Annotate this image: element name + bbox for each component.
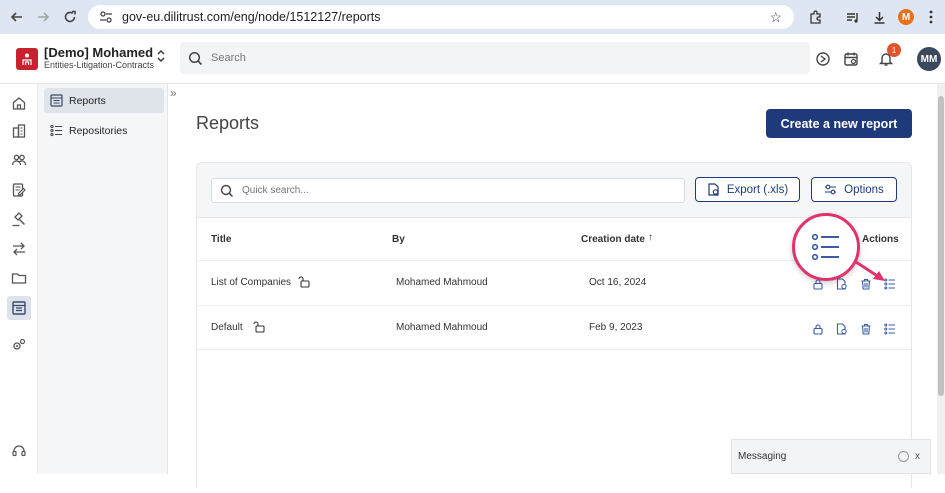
report-author: Mohamed Mahmoud — [396, 277, 488, 288]
notification-count-badge: 1 — [887, 43, 901, 57]
delete-trash-icon[interactable] — [859, 277, 873, 291]
profile-initial: M — [898, 9, 914, 25]
export-file-icon — [708, 183, 719, 196]
column-creation-date[interactable]: Creation date — [581, 234, 645, 245]
extensions-icon[interactable] — [803, 5, 827, 29]
bookmark-star-icon[interactable]: ☆ — [769, 9, 782, 26]
column-title[interactable]: Title — [211, 234, 231, 245]
calendar-icon[interactable] — [841, 49, 861, 69]
details-list-icon[interactable] — [883, 322, 897, 336]
messaging-label: Messaging — [738, 451, 787, 462]
messaging-close-button[interactable]: x — [915, 451, 920, 462]
transfers-arrows-icon[interactable] — [9, 239, 29, 259]
report-title[interactable]: List of Companies — [211, 277, 291, 288]
reload-icon[interactable] — [57, 4, 83, 30]
scroll-thumb[interactable] — [938, 96, 944, 396]
download-icon[interactable] — [867, 5, 891, 29]
reports-small-icon — [50, 94, 63, 107]
litigation-gavel-icon[interactable] — [9, 209, 29, 229]
browser-toolbar: gov-eu.dilitrust.com/eng/node/1512127/re… — [0, 0, 945, 34]
export-label: Export (.xls) — [726, 183, 789, 196]
details-list-icon[interactable] — [883, 277, 897, 291]
table-row[interactable]: Default Mohamed Mahmoud Feb 9, 2023 — [197, 305, 911, 350]
status-circle-icon[interactable] — [898, 451, 909, 462]
messaging-controls: x — [898, 451, 920, 462]
reports-icon[interactable] — [7, 296, 31, 320]
delete-trash-icon[interactable] — [859, 322, 873, 336]
entities-building-icon[interactable] — [9, 121, 29, 141]
search-icon — [220, 184, 234, 197]
quick-search-input[interactable] — [242, 185, 662, 196]
report-author: Mohamed Mahmoud — [396, 322, 488, 333]
module-rail — [0, 84, 38, 474]
page-title: Reports — [196, 113, 260, 133]
unlock-icon — [298, 275, 311, 291]
people-icon[interactable] — [9, 150, 29, 170]
subnav-item-label: Reports — [69, 94, 106, 107]
subnav-item-label: Repositories — [69, 124, 128, 137]
column-by[interactable]: By — [392, 234, 405, 245]
messaging-widget[interactable]: Messaging x — [731, 439, 931, 474]
column-actions: Actions — [862, 234, 899, 245]
notifications-bell-icon[interactable]: 1 — [876, 43, 901, 69]
quick-search[interactable] — [211, 178, 685, 203]
support-headset-icon[interactable] — [9, 441, 29, 461]
options-button[interactable]: Options — [811, 177, 897, 202]
workspace-name[interactable]: [Demo] Mohamed — [44, 45, 153, 60]
back-icon[interactable] — [4, 4, 30, 30]
settings-gears-icon[interactable] — [9, 335, 29, 355]
search-icon — [188, 51, 203, 65]
unlock-icon — [253, 320, 266, 336]
assistant-icon[interactable] — [813, 49, 833, 69]
create-report-button[interactable]: Create a new report — [766, 109, 912, 138]
browser-menu-icon[interactable] — [919, 5, 943, 29]
forward-icon[interactable] — [30, 4, 56, 30]
options-sliders-icon — [825, 184, 837, 195]
app-header: [Demo] Mohamed Entities-Litigation-Contr… — [0, 34, 945, 84]
list-icon — [50, 124, 62, 137]
profile-button[interactable]: M — [894, 5, 918, 29]
user-avatar[interactable]: MM — [917, 47, 941, 71]
brand-logo-icon[interactable] — [16, 48, 38, 70]
subnav-item-repositories[interactable]: Repositories — [44, 118, 164, 143]
highlight-magnifier — [792, 213, 860, 281]
workspace-subtitle: Entities-Litigation-Contracts — [44, 60, 155, 70]
contracts-edit-icon[interactable] — [9, 180, 29, 200]
site-settings-icon[interactable] — [98, 9, 114, 25]
home-icon[interactable] — [9, 93, 29, 113]
export-xls-button[interactable]: Export (.xls) — [695, 177, 800, 202]
sort-ascending-icon[interactable]: ↑ — [648, 232, 653, 243]
lock-action-icon[interactable] — [811, 322, 825, 336]
folder-icon[interactable] — [9, 268, 29, 288]
address-bar[interactable]: gov-eu.dilitrust.com/eng/node/1512127/re… — [88, 5, 794, 29]
report-date: Oct 16, 2024 — [589, 277, 647, 288]
reports-subnav: Reports Repositories — [38, 84, 168, 474]
export-row-icon[interactable] — [835, 322, 849, 336]
page-scrollbar[interactable] — [937, 84, 945, 474]
details-list-icon — [811, 233, 839, 261]
report-date: Feb 9, 2023 — [589, 322, 643, 333]
url-text[interactable]: gov-eu.dilitrust.com/eng/node/1512127/re… — [122, 10, 381, 24]
subnav-item-reports[interactable]: Reports — [44, 88, 164, 113]
options-label: Options — [844, 183, 884, 196]
global-search[interactable] — [180, 42, 810, 74]
report-title[interactable]: Default — [211, 322, 243, 333]
media-control-icon[interactable] — [840, 5, 864, 29]
workspace-switch-icon[interactable] — [156, 48, 166, 66]
global-search-input[interactable] — [211, 52, 711, 64]
